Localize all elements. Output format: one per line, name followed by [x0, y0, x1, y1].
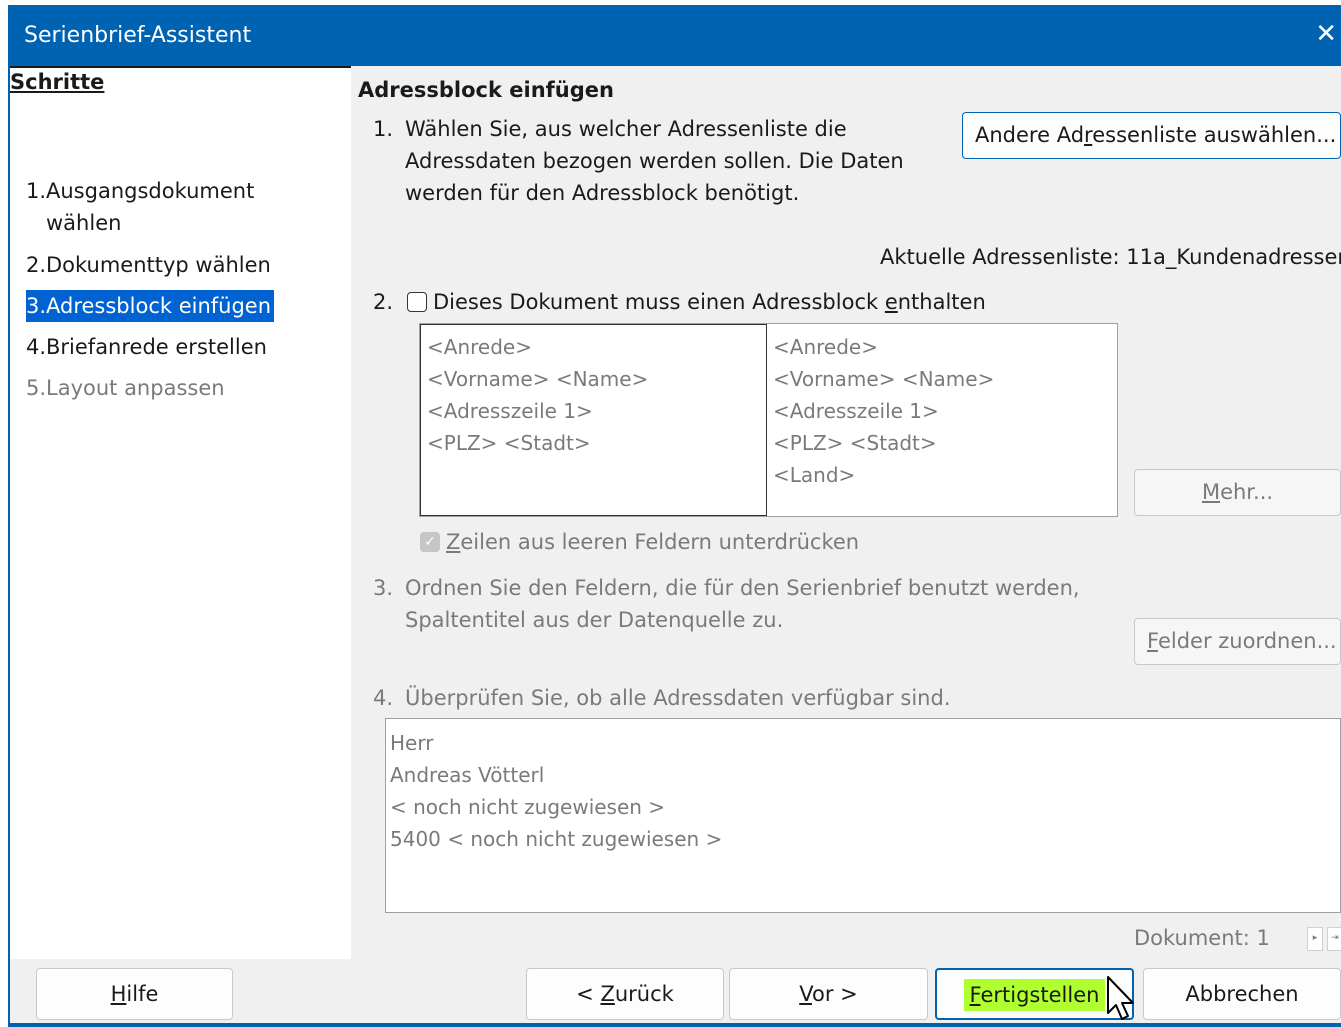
match-fields-button[interactable]: Felder zuordnen...	[1134, 618, 1341, 665]
window-title: Serienbrief-Assistent	[24, 23, 252, 48]
address-block-option-1[interactable]: <Anrede> <Vorname> <Name> <Adresszeile 1…	[420, 324, 767, 516]
button-label-post: urück	[614, 982, 674, 1006]
address-block-option-2[interactable]: <Anrede> <Vorname> <Name> <Adresszeile 1…	[767, 324, 1117, 516]
block-line: <Anrede>	[427, 335, 532, 359]
block-line: <Vorname> <Name>	[773, 367, 995, 391]
step-item-2[interactable]: 2.Dokumenttyp wählen	[26, 249, 271, 281]
step2-number: 2.	[373, 290, 394, 314]
more-button[interactable]: Mehr...	[1134, 469, 1341, 516]
step-number: 5.	[26, 376, 47, 400]
suppress-empty-lines-label[interactable]: Zeilen aus leeren Feldern unterdrücken	[446, 526, 859, 558]
button-label-post: or >	[811, 982, 858, 1006]
step-item-4[interactable]: 4.Briefanrede erstellen	[26, 331, 267, 363]
block-line: <PLZ> <Stadt>	[773, 431, 937, 455]
address-block-selector[interactable]: <Anrede> <Vorname> <Name> <Adresszeile 1…	[419, 323, 1118, 517]
step1-number: 1.	[373, 117, 394, 141]
close-icon[interactable]: ✕	[1315, 21, 1337, 47]
window-border-bottom	[8, 1023, 1341, 1027]
block-line: <Anrede>	[773, 335, 878, 359]
steps-heading: Schritte	[10, 70, 105, 94]
address-block-checkbox-label[interactable]: Dieses Dokument muss einen Adressblock e…	[433, 286, 986, 318]
step-label: Ausgangsdokument	[46, 179, 255, 203]
step1-text-line3: werden für den Adressblock benötigt.	[405, 181, 800, 205]
document-counter-label: Dokument: 1	[1134, 926, 1270, 950]
step-label: Adressblock einfügen	[46, 294, 272, 318]
button-label-post: ehr...	[1220, 480, 1274, 504]
button-label-accel: F	[969, 983, 981, 1007]
block-line: <PLZ> <Stadt>	[427, 431, 591, 455]
block-line: <Vorname> <Name>	[427, 367, 649, 391]
label-accel: e	[884, 290, 898, 314]
button-label-pre: Andere Ad	[975, 123, 1085, 147]
label-pre: Dieses Dokument muss einen Adressblock	[433, 290, 885, 314]
select-address-list-button[interactable]: Andere Adressenliste auswählen...	[962, 112, 1341, 159]
step4-text: Überprüfen Sie, ob alle Adressdaten verf…	[405, 686, 951, 710]
button-bar: Hilfe < Zurück Vor > Fertigstellen Abbre…	[10, 959, 1341, 1023]
step-number: 3.	[26, 294, 47, 318]
help-button[interactable]: Hilfe	[36, 968, 233, 1020]
address-preview: Herr Andreas Vötterl < noch nicht zugewi…	[385, 718, 1341, 913]
preview-line: Andreas Vötterl	[390, 763, 545, 787]
button-label-accel: F	[1147, 629, 1158, 653]
step3-text-line2: Spaltentitel aus der Datenquelle zu.	[405, 608, 784, 632]
step-item-5: 5.Layout anpassen	[26, 372, 225, 404]
step-label: Layout anpassen	[46, 376, 225, 400]
suppress-empty-lines-checkbox[interactable]: ✓	[420, 532, 440, 552]
step1-text-line2: Adressdaten bezogen werden sollen. Die D…	[405, 149, 904, 173]
button-label-post: essenliste auswählen...	[1092, 123, 1337, 147]
cancel-button[interactable]: Abbrechen	[1143, 968, 1341, 1020]
step4-number: 4.	[373, 686, 394, 710]
preview-line: < noch nicht zugewiesen >	[390, 795, 666, 819]
block-line: <Adresszeile 1>	[773, 399, 939, 423]
step-label: Dokumenttyp wählen	[46, 253, 271, 277]
preview-line: Herr	[390, 731, 434, 755]
step-item-3[interactable]: 3.Adressblock einfügen	[26, 290, 275, 322]
address-block-checkbox[interactable]	[407, 292, 427, 312]
step-item-1[interactable]: 1.Ausgangsdokument wählen	[26, 175, 254, 239]
button-label-accel: V	[799, 982, 812, 1006]
next-button[interactable]: Vor >	[729, 968, 928, 1020]
button-label-post: ilfe	[126, 982, 159, 1006]
button-label-accel: M	[1201, 480, 1221, 504]
page-title: Adressblock einfügen	[358, 78, 614, 102]
step-label: Briefanrede erstellen	[46, 335, 267, 359]
button-label-post: ertigstellen	[980, 983, 1100, 1007]
block-line: <Land>	[773, 463, 856, 487]
step-number: 1.	[26, 179, 47, 203]
mouse-pointer-icon	[1107, 976, 1134, 1020]
button-label-accel: H	[110, 982, 127, 1006]
step3-number: 3.	[373, 576, 394, 600]
label-post: eilen aus leeren Feldern unterdrücken	[460, 530, 860, 554]
label-accel: Z	[446, 530, 461, 554]
sidebar-separator	[10, 66, 351, 68]
steps-sidebar: Schritte 1.Ausgangsdokument wählen 2.Dok…	[10, 66, 351, 959]
button-label-pre: <	[576, 982, 601, 1006]
button-label-accel: r	[1084, 123, 1093, 147]
main-panel: Adressblock einfügen 1. Wählen Sie, aus …	[351, 66, 1341, 959]
step-number: 2.	[26, 253, 47, 277]
preview-line: 5400 < noch nicht zugewiesen >	[390, 827, 723, 851]
button-label-accel: Z	[600, 982, 615, 1006]
previous-document-icon[interactable]: ▸	[1307, 927, 1323, 951]
label-post: nthalten	[897, 290, 986, 314]
back-button[interactable]: < Zurück	[526, 968, 724, 1020]
button-label-post: elder zuordnen...	[1157, 629, 1337, 653]
title-bar: Serienbrief-Assistent ✕	[8, 5, 1341, 66]
step1-text-line1: Wählen Sie, aus welcher Adressenliste di…	[405, 117, 847, 141]
finish-button-label: Fertigstellen	[963, 979, 1106, 1011]
step3-text-line1: Ordnen Sie den Feldern, die für den Seri…	[405, 576, 1080, 600]
block-line: <Adresszeile 1>	[427, 399, 593, 423]
current-address-list: Aktuelle Adressenliste: 11a_Kundenadress…	[880, 245, 1341, 269]
next-document-icon[interactable]: ⇥	[1327, 927, 1341, 951]
step-number: 4.	[26, 335, 47, 359]
step-label-continued: wählen	[46, 211, 122, 235]
